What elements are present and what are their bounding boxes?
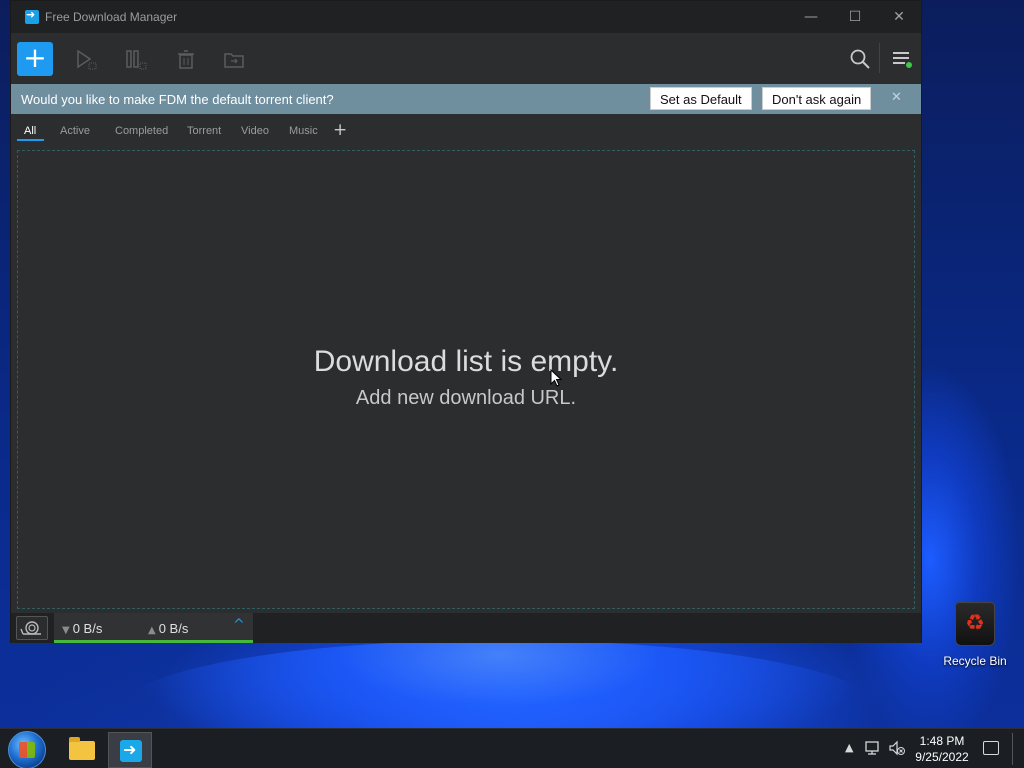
set-as-default-button[interactable]: Set as Default	[650, 87, 752, 110]
search-icon[interactable]	[849, 48, 871, 70]
system-clock[interactable]: 1:48 PM 9/25/2022	[910, 733, 974, 765]
status-bar: ▼ 0 B/s ▲ 0 B/s ^	[11, 613, 921, 643]
download-speed-value: 0 B/s	[72, 621, 103, 636]
download-arrow-icon: ▼	[62, 625, 70, 636]
notifications-icon[interactable]	[983, 741, 999, 755]
pause-icon[interactable]	[125, 49, 147, 71]
notification-close-icon[interactable]: ✕	[891, 90, 902, 105]
default-client-notification: Would you like to make FDM the default t…	[11, 84, 921, 114]
clock-date: 9/25/2022	[915, 750, 969, 764]
filter-tabs: All Active Completed Torrent Video Music…	[11, 114, 921, 148]
dont-ask-again-button[interactable]: Don't ask again	[762, 87, 872, 110]
fdm-window: Free Download Manager — ☐ ✕ +	[10, 0, 922, 643]
title-bar[interactable]: Free Download Manager — ☐ ✕	[11, 1, 921, 33]
upload-speed: ▲ 0 B/s	[148, 621, 188, 636]
resume-icon[interactable]	[75, 49, 97, 71]
recycle-bin-shortcut[interactable]: Recycle Bin	[936, 602, 1014, 668]
tab-music[interactable]: Music	[289, 125, 318, 137]
show-desktop-button[interactable]	[1012, 733, 1018, 765]
network-icon[interactable]	[864, 740, 882, 756]
window-controls: — ☐ ✕	[789, 1, 921, 33]
tab-video[interactable]: Video	[241, 125, 269, 137]
active-tab-indicator	[17, 139, 44, 141]
upload-arrow-icon: ▲	[148, 625, 156, 636]
mouse-cursor-icon	[550, 369, 562, 387]
tab-all[interactable]: All	[24, 125, 36, 137]
taskbar: ▲ 1:48 PM 9/25/2022	[0, 728, 1024, 768]
snail-icon	[20, 621, 41, 635]
toolbar: +	[11, 33, 921, 84]
window-title: Free Download Manager	[45, 10, 178, 24]
download-speed: ▼ 0 B/s	[62, 621, 102, 636]
maximize-button[interactable]: ☐	[833, 1, 877, 33]
tab-active[interactable]: Active	[60, 125, 90, 137]
minimize-button[interactable]: —	[789, 1, 833, 33]
snail-mode-button[interactable]	[16, 616, 48, 640]
folder-icon	[69, 737, 95, 760]
tab-torrent[interactable]: Torrent	[187, 125, 221, 137]
close-button[interactable]: ✕	[877, 1, 921, 33]
volume-muted-icon[interactable]	[888, 740, 906, 756]
tab-completed[interactable]: Completed	[115, 125, 168, 137]
speed-panel[interactable]: ▼ 0 B/s ▲ 0 B/s ^	[54, 613, 253, 643]
taskbar-file-explorer[interactable]	[58, 732, 102, 768]
fdm-taskbar-icon	[120, 740, 142, 762]
taskbar-fdm[interactable]	[108, 732, 152, 768]
menu-icon[interactable]	[891, 48, 913, 70]
tray-overflow-chevron-icon[interactable]: ▲	[845, 741, 853, 754]
recycle-bin-icon	[955, 602, 995, 646]
chevron-up-icon[interactable]: ^	[233, 617, 245, 633]
empty-list-title: Download list is empty.	[313, 345, 619, 378]
add-download-button[interactable]: +	[17, 42, 53, 76]
add-tab-button[interactable]: +	[333, 120, 347, 140]
move-to-folder-icon[interactable]	[223, 49, 245, 71]
clock-time: 1:48 PM	[919, 734, 965, 748]
recycle-bin-label: Recycle Bin	[943, 654, 1007, 668]
fdm-logo-icon	[25, 8, 39, 24]
add-url-hint[interactable]: Add new download URL.	[18, 387, 914, 410]
delete-icon[interactable]	[175, 49, 197, 71]
toolbar-separator	[879, 43, 880, 73]
start-button[interactable]	[8, 731, 46, 768]
upload-speed-value: 0 B/s	[158, 621, 189, 636]
download-list-drop-area[interactable]: Download list is empty. Add new download…	[17, 150, 915, 609]
notification-text: Would you like to make FDM the default t…	[21, 91, 334, 107]
